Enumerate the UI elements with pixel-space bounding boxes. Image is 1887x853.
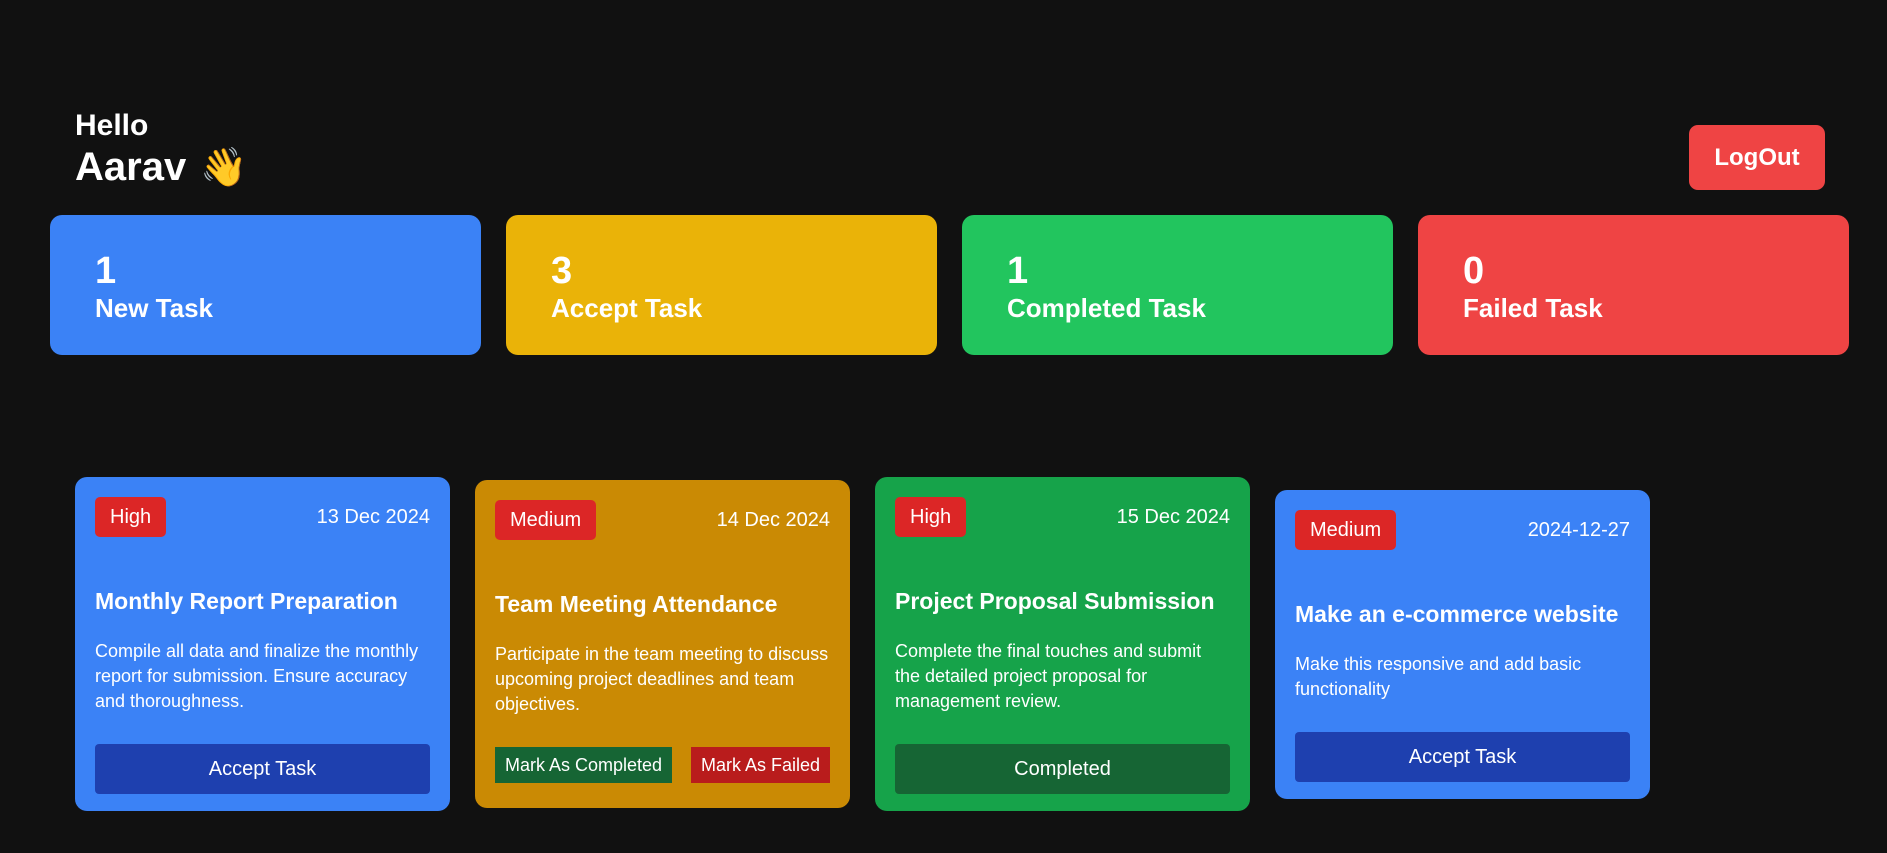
- task-description: Compile all data and finalize the monthl…: [95, 641, 419, 711]
- completed-button[interactable]: Completed: [895, 744, 1230, 794]
- task-title: Team Meeting Attendance: [495, 591, 778, 617]
- logout-button[interactable]: LogOut: [1689, 125, 1825, 190]
- priority-badge: High: [95, 497, 167, 537]
- stat-label: Accept Task: [551, 293, 703, 323]
- mark-failed-button[interactable]: Mark As Failed: [690, 747, 830, 783]
- stat-label: Failed Task: [1463, 293, 1603, 323]
- user-name: Aarav: [75, 145, 187, 189]
- task-date: 15 Dec 2024: [1116, 505, 1230, 528]
- mark-completed-button[interactable]: Mark As Completed: [495, 747, 673, 783]
- priority-badge: Medium: [495, 500, 597, 540]
- accept-task-button[interactable]: Accept Task: [1295, 732, 1630, 782]
- stat-completed-task: 1 Completed Task: [962, 215, 1393, 355]
- stat-failed-task: 0 Failed Task: [1418, 215, 1849, 355]
- priority-badge: High: [895, 497, 967, 537]
- stat-count: 3: [551, 250, 573, 292]
- accept-task-button[interactable]: Accept Task: [95, 744, 430, 794]
- task-stats: 1 New Task 3 Accept Task 1 Completed Tas…: [50, 215, 1849, 355]
- task-description: Participate in the team meeting to discu…: [495, 644, 829, 714]
- task-date: 14 Dec 2024: [716, 508, 830, 531]
- task-title: Monthly Report Preparation: [95, 588, 398, 614]
- greeting: Hello Aarav 👋: [75, 108, 248, 190]
- task-card: High 15 Dec 2024 Project Proposal Submis…: [875, 477, 1250, 811]
- task-date: 13 Dec 2024: [316, 505, 430, 528]
- task-date: 2024-12-27: [1527, 518, 1630, 541]
- stat-count: 1: [95, 250, 117, 292]
- hello-text: Hello: [75, 109, 149, 142]
- task-description: Complete the final touches and submit th…: [895, 641, 1202, 711]
- task-card: Medium 14 Dec 2024 Team Meeting Attendan…: [475, 480, 850, 808]
- user-name-row: Aarav 👋: [75, 144, 248, 190]
- stat-new-task: 1 New Task: [50, 215, 481, 355]
- stat-count: 0: [1463, 250, 1485, 292]
- task-card: Medium 2024-12-27 Make an e-commerce web…: [1275, 490, 1650, 799]
- task-card: High 13 Dec 2024 Monthly Report Preparat…: [75, 477, 450, 811]
- stat-label: Completed Task: [1007, 293, 1206, 323]
- task-title: Make an e-commerce website: [1295, 601, 1619, 627]
- task-description: Make this responsive and add basic funct…: [1295, 654, 1582, 699]
- waving-hand-icon: 👋: [200, 145, 248, 189]
- task-title: Project Proposal Submission: [895, 588, 1215, 614]
- stat-count: 1: [1007, 250, 1029, 292]
- stat-accept-task: 3 Accept Task: [506, 215, 937, 355]
- stat-label: New Task: [95, 293, 214, 323]
- priority-badge: Medium: [1295, 510, 1397, 550]
